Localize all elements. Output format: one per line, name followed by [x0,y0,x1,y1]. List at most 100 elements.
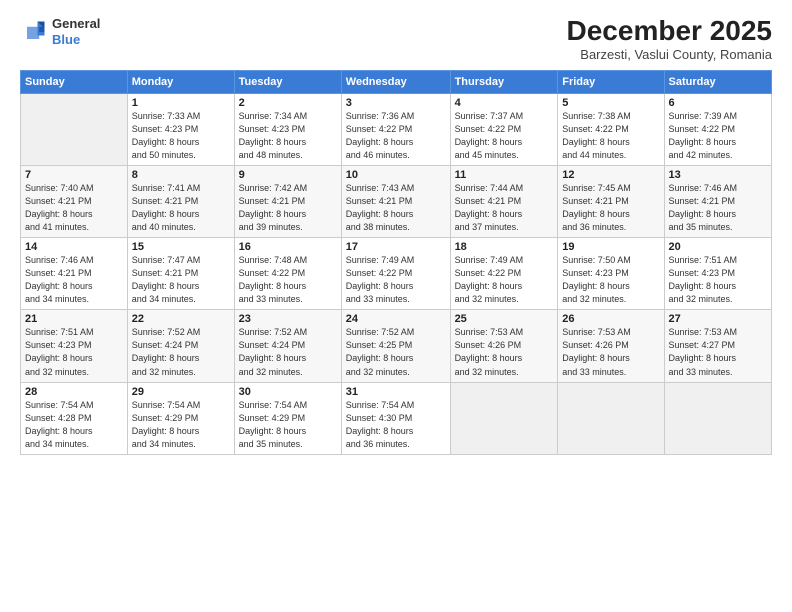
day-info: Sunrise: 7:54 AMSunset: 4:30 PMDaylight:… [346,399,446,451]
weekday-header-monday: Monday [127,70,234,93]
day-number: 19 [562,241,659,253]
day-number: 11 [455,169,554,181]
week-row-3: 14Sunrise: 7:46 AMSunset: 4:21 PMDayligh… [21,238,772,310]
day-cell: 29Sunrise: 7:54 AMSunset: 4:29 PMDayligh… [127,382,234,454]
week-row-1: 1Sunrise: 7:33 AMSunset: 4:23 PMDaylight… [21,93,772,165]
day-info: Sunrise: 7:34 AMSunset: 4:23 PMDaylight:… [239,110,337,162]
week-row-4: 21Sunrise: 7:51 AMSunset: 4:23 PMDayligh… [21,310,772,382]
day-info: Sunrise: 7:40 AMSunset: 4:21 PMDaylight:… [25,182,123,234]
day-cell: 27Sunrise: 7:53 AMSunset: 4:27 PMDayligh… [664,310,771,382]
day-cell: 15Sunrise: 7:47 AMSunset: 4:21 PMDayligh… [127,238,234,310]
day-cell: 9Sunrise: 7:42 AMSunset: 4:21 PMDaylight… [234,165,341,237]
title-block: December 2025 Barzesti, Vaslui County, R… [567,16,772,62]
day-cell: 31Sunrise: 7:54 AMSunset: 4:30 PMDayligh… [341,382,450,454]
weekday-header-wednesday: Wednesday [341,70,450,93]
day-cell: 1Sunrise: 7:33 AMSunset: 4:23 PMDaylight… [127,93,234,165]
calendar: SundayMondayTuesdayWednesdayThursdayFrid… [20,70,772,455]
day-info: Sunrise: 7:42 AMSunset: 4:21 PMDaylight:… [239,182,337,234]
day-cell: 16Sunrise: 7:48 AMSunset: 4:22 PMDayligh… [234,238,341,310]
week-row-2: 7Sunrise: 7:40 AMSunset: 4:21 PMDaylight… [21,165,772,237]
day-cell: 3Sunrise: 7:36 AMSunset: 4:22 PMDaylight… [341,93,450,165]
day-cell: 19Sunrise: 7:50 AMSunset: 4:23 PMDayligh… [558,238,664,310]
weekday-header-sunday: Sunday [21,70,128,93]
weekday-header-friday: Friday [558,70,664,93]
day-cell: 10Sunrise: 7:43 AMSunset: 4:21 PMDayligh… [341,165,450,237]
day-info: Sunrise: 7:49 AMSunset: 4:22 PMDaylight:… [455,254,554,306]
day-number: 27 [669,313,767,325]
day-cell: 2Sunrise: 7:34 AMSunset: 4:23 PMDaylight… [234,93,341,165]
day-cell: 12Sunrise: 7:45 AMSunset: 4:21 PMDayligh… [558,165,664,237]
day-info: Sunrise: 7:38 AMSunset: 4:22 PMDaylight:… [562,110,659,162]
day-info: Sunrise: 7:52 AMSunset: 4:24 PMDaylight:… [239,326,337,378]
day-number: 12 [562,169,659,181]
day-cell: 26Sunrise: 7:53 AMSunset: 4:26 PMDayligh… [558,310,664,382]
day-info: Sunrise: 7:54 AMSunset: 4:29 PMDaylight:… [132,399,230,451]
logo-general: General [52,16,100,31]
day-number: 6 [669,97,767,109]
day-info: Sunrise: 7:46 AMSunset: 4:21 PMDaylight:… [669,182,767,234]
day-info: Sunrise: 7:51 AMSunset: 4:23 PMDaylight:… [25,326,123,378]
day-number: 14 [25,241,123,253]
day-info: Sunrise: 7:43 AMSunset: 4:21 PMDaylight:… [346,182,446,234]
day-info: Sunrise: 7:46 AMSunset: 4:21 PMDaylight:… [25,254,123,306]
day-number: 22 [132,313,230,325]
day-info: Sunrise: 7:45 AMSunset: 4:21 PMDaylight:… [562,182,659,234]
day-info: Sunrise: 7:39 AMSunset: 4:22 PMDaylight:… [669,110,767,162]
day-info: Sunrise: 7:33 AMSunset: 4:23 PMDaylight:… [132,110,230,162]
day-info: Sunrise: 7:52 AMSunset: 4:24 PMDaylight:… [132,326,230,378]
day-number: 24 [346,313,446,325]
day-number: 13 [669,169,767,181]
day-cell: 24Sunrise: 7:52 AMSunset: 4:25 PMDayligh… [341,310,450,382]
day-info: Sunrise: 7:53 AMSunset: 4:26 PMDaylight:… [562,326,659,378]
day-info: Sunrise: 7:37 AMSunset: 4:22 PMDaylight:… [455,110,554,162]
day-cell: 30Sunrise: 7:54 AMSunset: 4:29 PMDayligh… [234,382,341,454]
week-row-5: 28Sunrise: 7:54 AMSunset: 4:28 PMDayligh… [21,382,772,454]
day-cell [450,382,558,454]
day-info: Sunrise: 7:54 AMSunset: 4:28 PMDaylight:… [25,399,123,451]
day-number: 26 [562,313,659,325]
day-info: Sunrise: 7:54 AMSunset: 4:29 PMDaylight:… [239,399,337,451]
day-number: 9 [239,169,337,181]
day-number: 4 [455,97,554,109]
day-info: Sunrise: 7:48 AMSunset: 4:22 PMDaylight:… [239,254,337,306]
day-cell: 4Sunrise: 7:37 AMSunset: 4:22 PMDaylight… [450,93,558,165]
day-number: 20 [669,241,767,253]
logo-blue: Blue [52,32,80,47]
day-number: 23 [239,313,337,325]
day-cell: 22Sunrise: 7:52 AMSunset: 4:24 PMDayligh… [127,310,234,382]
day-number: 31 [346,386,446,398]
day-number: 15 [132,241,230,253]
day-number: 5 [562,97,659,109]
day-number: 2 [239,97,337,109]
day-number: 30 [239,386,337,398]
day-cell: 20Sunrise: 7:51 AMSunset: 4:23 PMDayligh… [664,238,771,310]
day-number: 18 [455,241,554,253]
page-subtitle: Barzesti, Vaslui County, Romania [567,47,772,62]
day-number: 28 [25,386,123,398]
weekday-header-row: SundayMondayTuesdayWednesdayThursdayFrid… [21,70,772,93]
day-number: 10 [346,169,446,181]
day-info: Sunrise: 7:44 AMSunset: 4:21 PMDaylight:… [455,182,554,234]
day-cell: 28Sunrise: 7:54 AMSunset: 4:28 PMDayligh… [21,382,128,454]
day-number: 1 [132,97,230,109]
day-cell [664,382,771,454]
logo-icon [20,18,48,46]
day-info: Sunrise: 7:52 AMSunset: 4:25 PMDaylight:… [346,326,446,378]
day-cell: 17Sunrise: 7:49 AMSunset: 4:22 PMDayligh… [341,238,450,310]
day-number: 21 [25,313,123,325]
weekday-header-tuesday: Tuesday [234,70,341,93]
day-number: 8 [132,169,230,181]
day-cell: 13Sunrise: 7:46 AMSunset: 4:21 PMDayligh… [664,165,771,237]
header: General Blue December 2025 Barzesti, Vas… [20,16,772,62]
day-cell: 21Sunrise: 7:51 AMSunset: 4:23 PMDayligh… [21,310,128,382]
day-cell: 6Sunrise: 7:39 AMSunset: 4:22 PMDaylight… [664,93,771,165]
weekday-header-saturday: Saturday [664,70,771,93]
day-info: Sunrise: 7:49 AMSunset: 4:22 PMDaylight:… [346,254,446,306]
day-info: Sunrise: 7:47 AMSunset: 4:21 PMDaylight:… [132,254,230,306]
day-cell: 25Sunrise: 7:53 AMSunset: 4:26 PMDayligh… [450,310,558,382]
day-info: Sunrise: 7:36 AMSunset: 4:22 PMDaylight:… [346,110,446,162]
day-number: 16 [239,241,337,253]
day-number: 7 [25,169,123,181]
day-info: Sunrise: 7:51 AMSunset: 4:23 PMDaylight:… [669,254,767,306]
day-cell: 14Sunrise: 7:46 AMSunset: 4:21 PMDayligh… [21,238,128,310]
